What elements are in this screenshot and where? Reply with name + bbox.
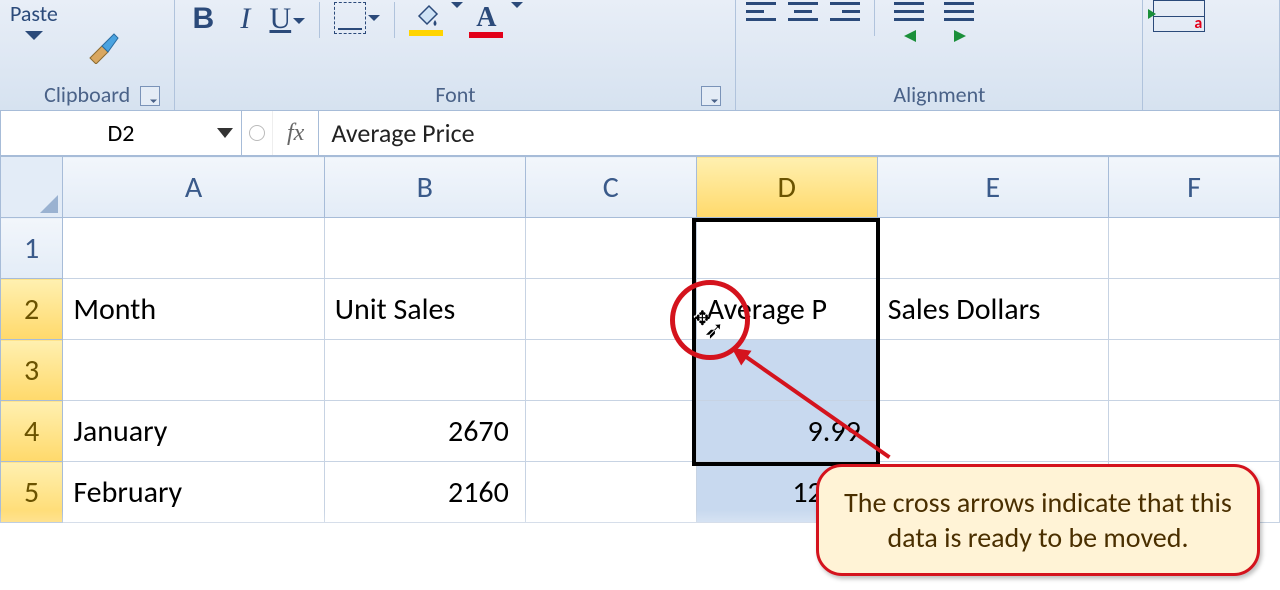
align-center-button[interactable]	[786, 0, 820, 26]
fill-color-button[interactable]	[409, 2, 443, 36]
row-header[interactable]: 1	[1, 218, 63, 279]
separator	[874, 0, 875, 36]
italic-button[interactable]: I	[227, 2, 263, 36]
formula-input[interactable]: Average Price	[319, 117, 1279, 149]
cell[interactable]	[877, 218, 1108, 279]
decrease-indent-button[interactable]	[889, 0, 933, 42]
cell[interactable]: Unit Sales	[324, 279, 525, 340]
column-header-E[interactable]: E	[877, 157, 1108, 218]
clipboard-dialog-launcher[interactable]	[140, 86, 160, 106]
cell[interactable]	[324, 340, 525, 401]
row-header[interactable]: 2	[1, 279, 63, 340]
column-header-D[interactable]: D	[696, 157, 877, 218]
align-right-button[interactable]	[826, 0, 860, 26]
name-box-dropdown[interactable]	[217, 128, 233, 138]
alignment-group-label: Alignment	[893, 81, 985, 108]
column-header-C[interactable]: C	[525, 157, 696, 218]
ribbon-group-font: B I U A Font	[175, 0, 736, 110]
cell[interactable]	[1109, 218, 1280, 279]
bold-button[interactable]: B	[185, 2, 221, 36]
paste-dropdown-arrow[interactable]	[25, 31, 43, 40]
cell[interactable]	[877, 401, 1108, 462]
annotation-callout: The cross arrows indicate that this data…	[816, 464, 1260, 576]
cell[interactable]	[525, 462, 696, 523]
row-header[interactable]: 5	[1, 462, 63, 523]
cell[interactable]	[1109, 401, 1280, 462]
borders-button[interactable]	[334, 2, 380, 34]
separator	[319, 2, 320, 38]
borders-icon	[334, 2, 366, 34]
increase-indent-button[interactable]	[939, 0, 983, 42]
row-header[interactable]: 3	[1, 340, 63, 401]
paste-label: Paste	[10, 0, 58, 27]
cell[interactable]	[63, 218, 324, 279]
cell[interactable]	[324, 218, 525, 279]
cell[interactable]: Sales Dollars	[877, 279, 1108, 340]
font-dialog-launcher[interactable]	[701, 86, 721, 106]
clipboard-group-label: Clipboard	[44, 81, 130, 108]
separator	[394, 2, 395, 38]
cell[interactable]	[696, 340, 877, 401]
cancel-button[interactable]	[242, 111, 273, 155]
select-all-corner[interactable]	[1, 157, 63, 218]
formula-bar: D2 fx Average Price	[0, 111, 1280, 156]
underline-button[interactable]: U	[269, 2, 305, 36]
ribbon-group-clipboard: Paste Clipboard	[0, 0, 175, 110]
font-group-label: Font	[435, 81, 475, 108]
cell[interactable]	[525, 279, 696, 340]
column-header-A[interactable]: A	[63, 157, 324, 218]
cell[interactable]: Month	[63, 279, 324, 340]
cell[interactable]: January	[63, 401, 324, 462]
cell[interactable]	[525, 218, 696, 279]
cell[interactable]: 2160	[324, 462, 525, 523]
insert-function-button[interactable]: fx	[273, 111, 319, 155]
cell[interactable]	[525, 340, 696, 401]
row-header[interactable]: 4	[1, 401, 63, 462]
cell-D2-active[interactable]: Average P	[696, 279, 877, 340]
paste-button[interactable]: Paste	[10, 0, 58, 40]
column-header-B[interactable]: B	[324, 157, 525, 218]
cell[interactable]	[696, 218, 877, 279]
column-header-F[interactable]: F	[1109, 157, 1280, 218]
cell[interactable]	[1109, 340, 1280, 401]
align-left-button[interactable]	[746, 0, 780, 26]
name-box[interactable]: D2	[1, 111, 242, 155]
cell[interactable]	[877, 340, 1108, 401]
cell[interactable]	[1109, 279, 1280, 340]
merge-cells-button[interactable]: a	[1153, 0, 1205, 32]
format-painter-icon[interactable]	[84, 24, 124, 64]
cell[interactable]: February	[63, 462, 324, 523]
cell[interactable]	[525, 401, 696, 462]
cell[interactable]: 2670	[324, 401, 525, 462]
font-color-button[interactable]: A	[469, 2, 503, 38]
ribbon-group-alignment: Alignment	[736, 0, 1143, 110]
cell[interactable]	[63, 340, 324, 401]
ribbon: Paste Clipboard B I U A	[0, 0, 1280, 111]
ribbon-group-merge: a	[1143, 0, 1280, 110]
